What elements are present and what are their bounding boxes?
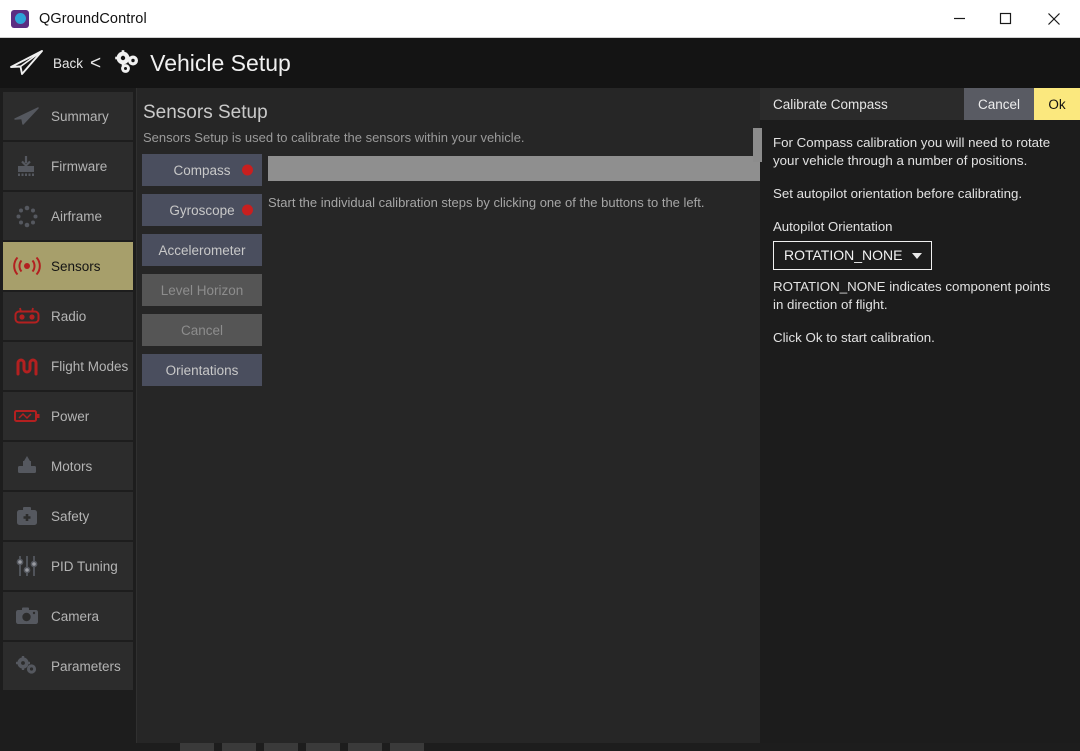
back-button[interactable]: Back < bbox=[8, 48, 101, 78]
sidebar: Summary Firmware Airframe Sensors Radio … bbox=[0, 88, 137, 751]
app-body: Summary Firmware Airframe Sensors Radio … bbox=[0, 88, 1080, 751]
chevron-down-icon bbox=[911, 252, 922, 259]
gyroscope-status-indicator bbox=[242, 204, 253, 216]
gears-icon bbox=[12, 652, 42, 680]
sidebar-item-label: Summary bbox=[51, 108, 109, 124]
calibration-button-column: Compass Gyroscope Accelerometer Level Ho… bbox=[142, 154, 262, 386]
calibration-instruction-4: Click Ok to start calibration. bbox=[773, 330, 935, 346]
accelerometer-calibration-button[interactable]: Accelerometer bbox=[142, 234, 262, 266]
autopilot-orientation-dropdown[interactable]: ROTATION_NONE bbox=[773, 241, 932, 271]
motor-icon bbox=[12, 452, 42, 480]
autopilot-orientation-value: ROTATION_NONE bbox=[784, 247, 903, 264]
button-label: Level Horizon bbox=[160, 282, 244, 298]
calibration-status-text: Start the individual calibration steps b… bbox=[268, 195, 705, 210]
sidebar-item-label: Safety bbox=[51, 508, 90, 524]
qgroundcontrol-logo-icon bbox=[11, 9, 29, 28]
sidebar-item-summary[interactable]: Summary bbox=[3, 92, 133, 140]
sidebar-item-label: PID Tuning bbox=[51, 558, 118, 574]
sidebar-item-airframe[interactable]: Airframe bbox=[3, 192, 133, 240]
calibration-instruction-3: ROTATION_NONE indicates component points… bbox=[773, 279, 1051, 313]
button-label: Compass bbox=[173, 162, 231, 178]
close-icon[interactable] bbox=[1028, 0, 1080, 37]
panel-scrollbar-handle[interactable] bbox=[753, 128, 762, 162]
sidebar-item-label: Sensors bbox=[51, 258, 101, 274]
download-chip-icon bbox=[12, 152, 42, 180]
sidebar-item-label: Camera bbox=[51, 608, 100, 624]
cut-off-bottom-row bbox=[0, 743, 1080, 751]
sensors-setup-panel: Sensors Setup Sensors Setup is used to c… bbox=[137, 88, 760, 751]
sidebar-item-label: Power bbox=[51, 408, 90, 424]
calibration-instruction-2: Set autopilot orientation before calibra… bbox=[773, 186, 1023, 202]
flight-modes-icon bbox=[12, 352, 42, 380]
sidebar-item-label: Firmware bbox=[51, 158, 108, 174]
sidebar-item-pid-tuning[interactable]: PID Tuning bbox=[3, 542, 133, 590]
battery-icon bbox=[12, 402, 42, 430]
first-aid-kit-icon bbox=[12, 502, 42, 530]
button-label: Cancel bbox=[180, 322, 224, 338]
sidebar-item-flight-modes[interactable]: Flight Modes bbox=[3, 342, 133, 390]
minimize-icon[interactable] bbox=[936, 0, 982, 37]
sidebar-item-safety[interactable]: Safety bbox=[3, 492, 133, 540]
main-subtitle: Sensors Setup is used to calibrate the s… bbox=[143, 130, 525, 145]
sidebar-item-radio[interactable]: Radio bbox=[3, 292, 133, 340]
calibration-panel-body: For Compass calibration you will need to… bbox=[760, 120, 1080, 362]
app-header: Back < Vehicle Setup bbox=[0, 38, 1080, 88]
back-label: Back bbox=[53, 55, 84, 71]
main-title: Sensors Setup bbox=[143, 102, 268, 123]
autopilot-orientation-label: Autopilot Orientation bbox=[773, 219, 893, 235]
calibration-panel-title: Calibrate Compass bbox=[773, 96, 888, 112]
quadcopter-icon bbox=[12, 202, 42, 230]
sidebar-item-sensors[interactable]: Sensors bbox=[3, 242, 133, 290]
orientations-button[interactable]: Orientations bbox=[142, 354, 262, 386]
calibration-instruction-1: For Compass calibration you will need to… bbox=[773, 135, 1051, 169]
rc-transmitter-icon bbox=[12, 302, 42, 330]
level-horizon-button: Level Horizon bbox=[142, 274, 262, 306]
sidebar-item-label: Motors bbox=[51, 458, 93, 474]
button-label: Orientations bbox=[165, 362, 239, 378]
camera-icon bbox=[12, 602, 42, 630]
sidebar-item-motors[interactable]: Motors bbox=[3, 442, 133, 490]
sidebar-item-firmware[interactable]: Firmware bbox=[3, 142, 133, 190]
calibration-progress-bar bbox=[268, 156, 760, 181]
ok-button[interactable]: Ok bbox=[1034, 88, 1080, 120]
back-chevron-icon: < bbox=[90, 52, 102, 74]
sidebar-item-label: Airframe bbox=[51, 208, 103, 224]
window-controls bbox=[936, 0, 1080, 37]
maximize-icon[interactable] bbox=[982, 0, 1028, 37]
sidebar-item-label: Flight Modes bbox=[51, 358, 129, 374]
qgroundcontrol-window: QGroundControl Back < Vehicle Setup Summ… bbox=[0, 0, 1080, 751]
sensors-waves-icon bbox=[12, 252, 42, 280]
paper-plane-icon bbox=[8, 48, 46, 78]
calibrate-compass-panel: Calibrate Compass Cancel Ok For Compass … bbox=[753, 88, 1080, 751]
button-label: Gyroscope bbox=[169, 202, 235, 218]
gyroscope-calibration-button[interactable]: Gyroscope bbox=[142, 194, 262, 226]
gears-icon bbox=[112, 49, 142, 77]
button-label: Accelerometer bbox=[158, 242, 246, 258]
sliders-icon bbox=[12, 552, 42, 580]
sidebar-item-camera[interactable]: Camera bbox=[3, 592, 133, 640]
sidebar-item-parameters[interactable]: Parameters bbox=[3, 642, 133, 690]
window-title: QGroundControl bbox=[39, 10, 147, 27]
sidebar-item-label: Parameters bbox=[51, 658, 121, 674]
compass-status-indicator bbox=[242, 164, 253, 176]
cancel-calibration-button: Cancel bbox=[142, 314, 262, 346]
page-title: Vehicle Setup bbox=[150, 49, 291, 76]
window-titlebar: QGroundControl bbox=[0, 0, 1080, 38]
cancel-button[interactable]: Cancel bbox=[964, 88, 1034, 120]
calibration-panel-header: Calibrate Compass Cancel Ok bbox=[760, 88, 1080, 120]
sidebar-item-label: Radio bbox=[51, 308, 87, 324]
paper-plane-icon bbox=[12, 102, 42, 130]
sidebar-item-power[interactable]: Power bbox=[3, 392, 133, 440]
compass-calibration-button[interactable]: Compass bbox=[142, 154, 262, 186]
